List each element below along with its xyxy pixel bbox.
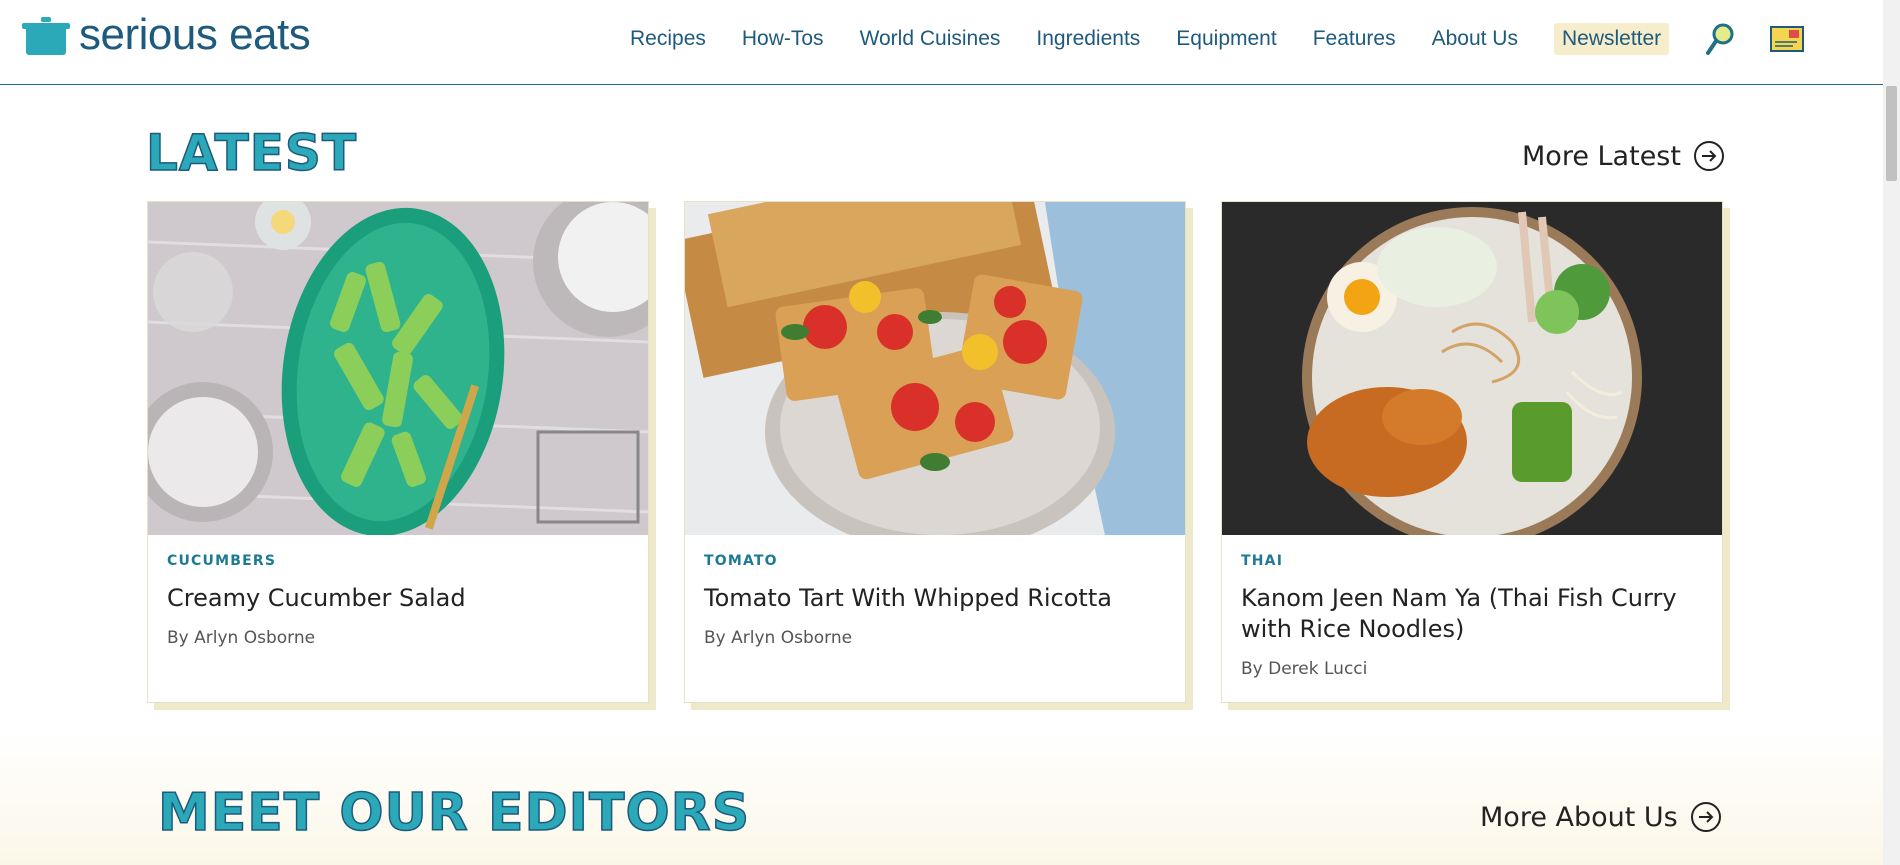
nav-how-tos[interactable]: How-Tos (742, 27, 824, 51)
arrow-right-circle-icon (1693, 141, 1724, 171)
card-author: By Arlyn Osborne (167, 628, 316, 648)
card-image-thai-curry (1222, 202, 1722, 535)
card-category[interactable]: THAI (1241, 553, 1703, 569)
card-image-tomato (685, 202, 1185, 535)
latest-heading: LATEST (145, 123, 358, 183)
arrow-right-circle-icon (1690, 802, 1721, 832)
more-about-label: More About Us (1480, 801, 1678, 833)
nav-ingredients[interactable]: Ingredients (1036, 27, 1140, 51)
main-nav: Recipes How-Tos World Cuisines Ingredien… (630, 22, 1805, 56)
nav-world-cuisines[interactable]: World Cuisines (860, 27, 1001, 51)
magazine-icon[interactable] (1769, 24, 1805, 54)
page-scrollbar[interactable] (1883, 0, 1900, 865)
logo-text: serious eats (79, 10, 311, 59)
scrollbar-thumb[interactable] (1886, 86, 1897, 181)
more-about-link[interactable]: More About Us (1480, 801, 1722, 833)
card-kanom-jeen[interactable]: THAI Kanom Jeen Nam Ya (Thai Fish Curry … (1221, 201, 1723, 703)
card-author: By Derek Lucci (1241, 659, 1368, 679)
nav-features[interactable]: Features (1313, 27, 1396, 51)
nav-recipes[interactable]: Recipes (630, 27, 706, 51)
card-author: By Arlyn Osborne (704, 628, 853, 648)
card-title[interactable]: Creamy Cucumber Salad (167, 583, 629, 614)
editors-heading: MEET OUR EDITORS (157, 782, 751, 844)
search-icon[interactable] (1705, 22, 1735, 56)
card-category[interactable]: CUCUMBERS (167, 553, 629, 569)
nav-about-us[interactable]: About Us (1432, 27, 1518, 51)
card-tomato-tart[interactable]: TOMATO Tomato Tart With Whipped Ricotta … (684, 201, 1186, 703)
more-latest-link[interactable]: More Latest (1522, 140, 1725, 172)
pot-logo-icon (22, 17, 70, 55)
card-title[interactable]: Kanom Jeen Nam Ya (Thai Fish Curry with … (1241, 583, 1703, 645)
card-title[interactable]: Tomato Tart With Whipped Ricotta (704, 583, 1166, 614)
newsletter-button[interactable]: Newsletter (1553, 23, 1670, 55)
logo[interactable]: serious eats (22, 10, 311, 60)
more-latest-label: More Latest (1522, 140, 1681, 172)
card-cucumber-salad[interactable]: CUCUMBERS Creamy Cucumber Salad By Arlyn… (147, 201, 649, 703)
site-header: serious eats Recipes How-Tos World Cuisi… (0, 0, 1883, 85)
card-category[interactable]: TOMATO (704, 553, 1166, 569)
card-image-cucumber (148, 202, 648, 535)
nav-equipment[interactable]: Equipment (1176, 27, 1276, 51)
